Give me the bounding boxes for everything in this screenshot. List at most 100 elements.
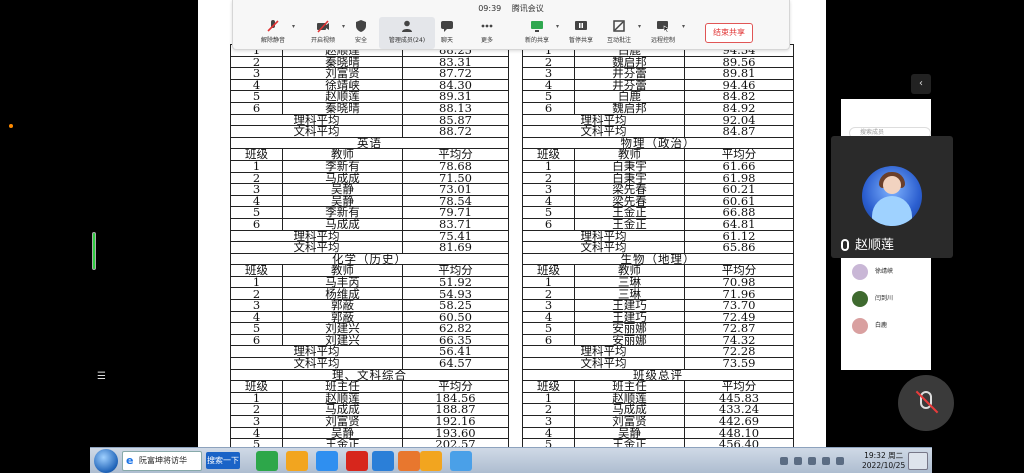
- table-row: 6 刘建兴 66.35 6 安丽娜 74.32: [230, 333, 794, 347]
- table-cell: 64.81: [684, 217, 794, 231]
- member-item[interactable]: 白鹿: [852, 317, 887, 335]
- table-cell: [508, 67, 523, 80]
- tray-icon[interactable]: [794, 457, 802, 465]
- table-cell: [508, 357, 523, 370]
- floating-mute-button[interactable]: [898, 375, 954, 431]
- table-cell: 4: [522, 194, 575, 208]
- table-cell: 6: [230, 333, 283, 347]
- shared-document: 1 赵顺莲 88.25 1 白鹿 94.34 2 秦晓晴 83.31 2 魏启邦 89.56 3 刘富贤 8…: [198, 0, 826, 447]
- table-cell: [508, 195, 523, 207]
- table-row: 化学（历史） 生物（地理）: [230, 252, 794, 266]
- table-cell: 75.41: [402, 229, 509, 243]
- table-row: 4 徐靖峡 84.30 4 井芬蕾 94.46: [230, 78, 794, 92]
- browser-task-button[interactable]: e 阮富坤将访华: [122, 451, 202, 471]
- table-cell: 94.46: [684, 78, 794, 92]
- table-cell: 6: [230, 101, 283, 115]
- show-desktop-icon[interactable]: [908, 452, 928, 470]
- tray-icon[interactable]: [780, 457, 788, 465]
- taskbar-app-icon[interactable]: [372, 451, 394, 471]
- table-cell: 71.96: [684, 287, 794, 301]
- table-cell: [508, 125, 523, 138]
- table-cell: 班主任: [574, 380, 685, 393]
- table-cell: 理科平均: [230, 113, 403, 127]
- table-cell: 1: [522, 275, 575, 289]
- table-cell: 王金正: [574, 217, 685, 231]
- table-cell: [508, 160, 523, 173]
- search-button[interactable]: 搜索一下: [206, 452, 240, 469]
- list-icon[interactable]: ☰: [97, 371, 106, 382]
- table-cell: 4: [522, 426, 575, 440]
- remote-control-icon: [657, 21, 670, 33]
- network-icon[interactable]: [822, 457, 830, 465]
- table-cell: 83.71: [402, 217, 509, 231]
- table-cell: 生物（地理）: [522, 252, 794, 266]
- table-row: 理、文科综合 班级总评: [230, 368, 794, 382]
- remote-options-icon[interactable]: ▾: [682, 23, 685, 30]
- annotate-icon: [613, 20, 625, 32]
- avatar: [862, 166, 922, 226]
- table-cell: 445.83: [684, 391, 794, 405]
- member-item[interactable]: 闫到川: [852, 290, 893, 308]
- table-cell: 刘建兴: [282, 333, 403, 347]
- volume-icon[interactable]: [836, 457, 844, 465]
- taskbar-app-icon[interactable]: [316, 451, 338, 471]
- table-cell: [508, 322, 523, 335]
- taskbar-app-icon[interactable]: [256, 451, 278, 471]
- table-cell: 井芬蕾: [574, 67, 685, 80]
- table-cell: 王金正: [282, 438, 403, 447]
- speaker-video-tile[interactable]: 赵顺莲: [831, 136, 953, 258]
- screen-share-icon: [531, 21, 543, 32]
- member-item[interactable]: 徐靖峡: [852, 263, 893, 281]
- table-cell: 51.92: [402, 275, 509, 289]
- mute-label: 解除静音: [260, 37, 285, 44]
- taskbar-app-icon[interactable]: [286, 451, 308, 471]
- taskbar-app-icon[interactable]: [450, 451, 472, 471]
- table-cell: 81.69: [402, 241, 509, 254]
- table-row: 6 秦晓晴 88.13 6 魏启邦 84.92: [230, 101, 794, 115]
- table-cell: [508, 287, 523, 300]
- table-cell: 66.88: [684, 206, 794, 219]
- table-cell: 平均分: [684, 380, 794, 393]
- collapse-panel-icon[interactable]: ‹: [911, 74, 931, 94]
- table-cell: 班级: [230, 148, 283, 161]
- table-cell: 3: [230, 415, 283, 428]
- table-cell: 83.31: [402, 55, 509, 69]
- table-cell: 刘富贤: [282, 67, 403, 80]
- mute-button[interactable]: 解除静音 ▾: [245, 17, 301, 49]
- table-cell: 65.86: [684, 241, 794, 254]
- clock[interactable]: 19:32 周二 2022/10/25: [862, 451, 905, 471]
- table-cell: 吴静: [282, 194, 403, 208]
- table-cell: 5: [522, 206, 575, 219]
- taskbar-app-icon[interactable]: [346, 451, 368, 471]
- table-cell: 74.32: [684, 333, 794, 347]
- table-cell: 60.61: [684, 194, 794, 208]
- table-cell: 87.72: [402, 67, 509, 80]
- stop-share-button[interactable]: 结束共享: [705, 23, 753, 43]
- tray-icon[interactable]: [808, 457, 816, 465]
- table-cell: 李新有: [282, 206, 403, 219]
- table-row: 3 刘富贤 87.72 3 井芬蕾 89.81: [230, 67, 794, 80]
- table-row: 理科平均 56.41 理科平均 72.28: [230, 345, 794, 359]
- remote-control-button[interactable]: 远程控制 ▾: [635, 17, 691, 49]
- taskbar-app-icon[interactable]: [420, 451, 442, 471]
- table-cell: 魏启邦: [574, 101, 685, 115]
- table-cell: 70.98: [684, 275, 794, 289]
- taskbar-app-icon[interactable]: [398, 451, 420, 471]
- table-cell: 2: [522, 403, 575, 416]
- table-cell: 61.66: [684, 159, 794, 173]
- table-cell: 教师: [282, 264, 403, 277]
- table-cell: 5: [230, 438, 283, 447]
- table-cell: 4: [230, 426, 283, 440]
- start-button[interactable]: [94, 449, 118, 473]
- table-cell: 理科平均: [230, 229, 403, 243]
- more-button[interactable]: 更多: [459, 17, 515, 49]
- table-cell: 郭蔽: [282, 310, 403, 324]
- table-row: 3 郭蔽 58.25 3 王建巧 73.70: [230, 299, 794, 312]
- table-cell: 秦晓晴: [282, 55, 403, 69]
- table-row: 3 吴静 73.01 3 梁先春 60.21: [230, 183, 794, 196]
- table-cell: 秦晓晴: [282, 101, 403, 115]
- table-cell: 白鹿: [574, 90, 685, 103]
- table-cell: 3: [230, 299, 283, 312]
- table-cell: 6: [522, 217, 575, 231]
- table-cell: 85.87: [402, 113, 509, 127]
